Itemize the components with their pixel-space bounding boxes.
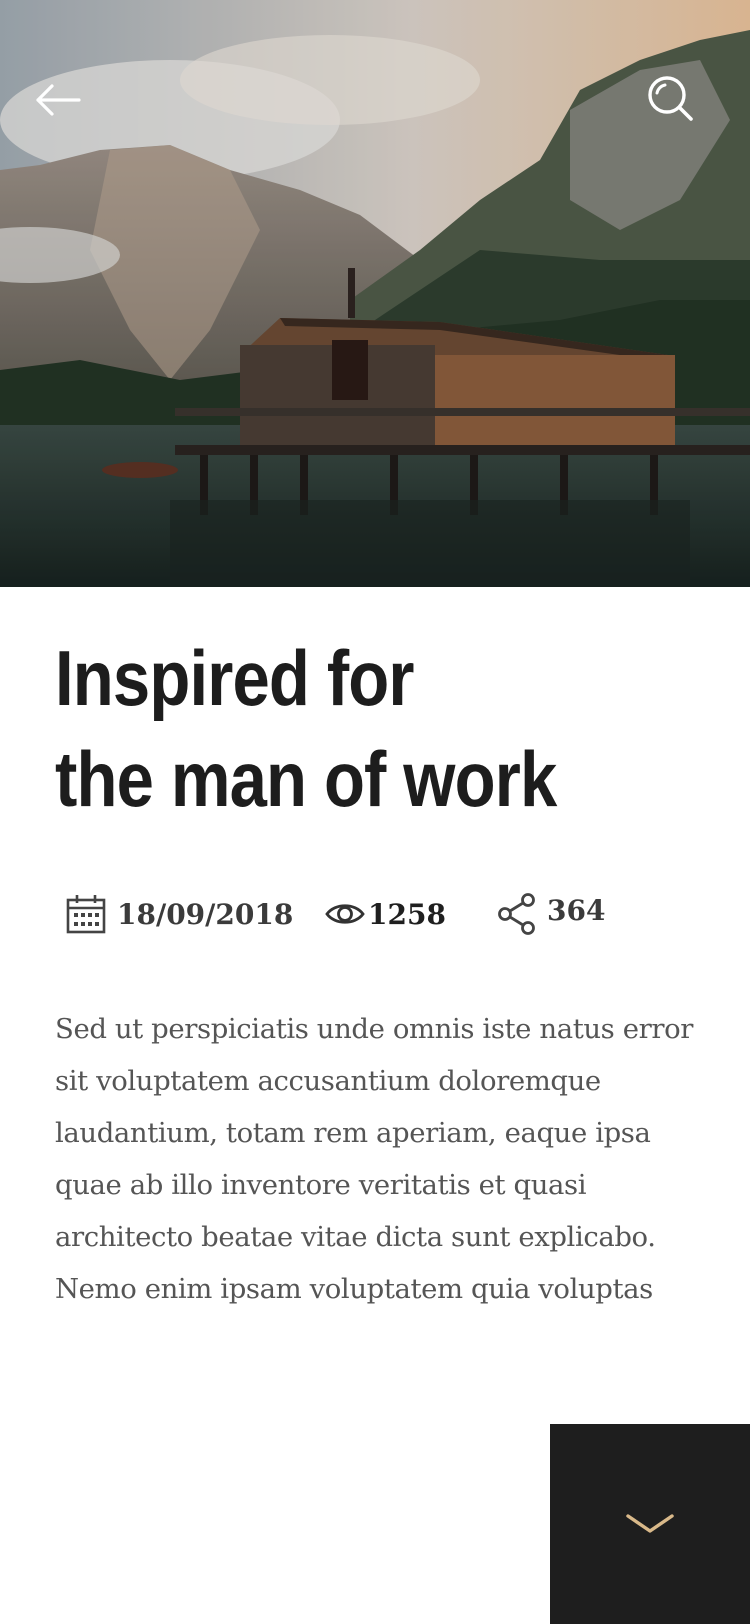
body-line: quae ab illo inventore veritatis et quas… <box>55 1169 587 1201</box>
calendar-icon <box>66 894 106 934</box>
article-body: Sed ut perspiciatis unde omnis iste natu… <box>55 1003 705 1315</box>
article-title-line-1: Inspired for <box>55 634 415 722</box>
view-count-value: 1258 <box>368 897 446 931</box>
body-line: Sed ut perspiciatis unde omnis iste natu… <box>55 1013 693 1045</box>
body-line: laudantium, totam rem aperiam, eaque ips… <box>55 1117 651 1149</box>
article-title-line-2: the man of work <box>55 735 557 823</box>
publish-date-value: 18/09/2018 <box>117 897 294 931</box>
search-icon <box>648 76 693 121</box>
search-button[interactable] <box>640 68 702 130</box>
eye-icon <box>325 899 365 929</box>
share-icon[interactable] <box>497 893 537 935</box>
lake-house-photo <box>0 0 750 587</box>
body-line: Nemo enim ipsam voluptatem quia voluptas <box>55 1273 653 1305</box>
share-count[interactable]: 364 <box>497 893 605 935</box>
arrow-left-icon <box>36 84 81 116</box>
article-title: Inspired for the man of work <box>55 628 605 830</box>
publish-date: 18/09/2018 <box>66 894 330 934</box>
back-button[interactable] <box>28 70 88 130</box>
article-meta: 18/09/2018 1258 364 <box>66 890 706 938</box>
body-line: architecto beatae vitae dicta sunt expli… <box>55 1221 656 1253</box>
share-count-value: 364 <box>547 893 606 927</box>
chevron-down-icon <box>626 1514 674 1533</box>
hero-image <box>0 0 750 587</box>
body-line: sit voluptatem accusantium doloremque <box>55 1065 601 1097</box>
view-count: 1258 <box>325 898 497 931</box>
scroll-down-button[interactable] <box>550 1424 750 1624</box>
